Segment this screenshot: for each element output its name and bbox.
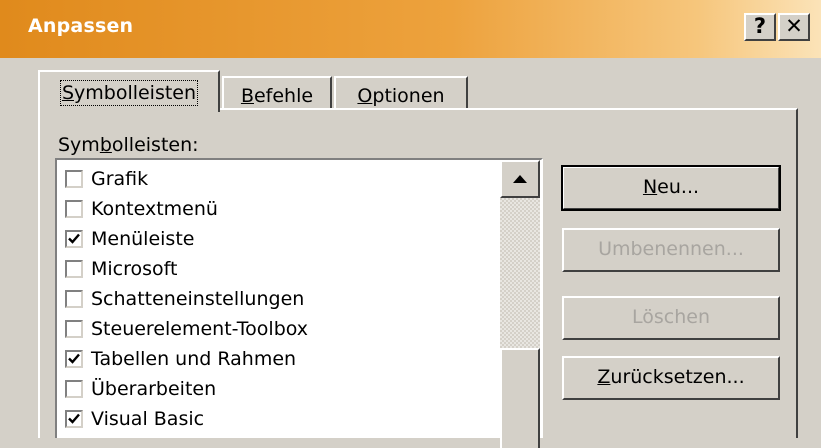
list-item[interactable]: Kontextmenü	[65, 194, 218, 224]
list-item[interactable]: Tabellen und Rahmen	[65, 344, 296, 374]
list-item[interactable]: Überarbeiten	[65, 374, 216, 404]
tab-befehle[interactable]: Befehle	[222, 76, 332, 110]
rename-button[interactable]: Umbenennen...	[562, 228, 780, 272]
list-item[interactable]: Steuerelement-Toolbox	[65, 314, 308, 344]
list-item[interactable]: Grafik	[65, 164, 148, 194]
help-icon: ?	[753, 14, 767, 38]
checkbox[interactable]	[65, 170, 83, 188]
checkbox[interactable]	[65, 380, 83, 398]
checkmark-icon	[68, 233, 80, 244]
close-icon: ✕	[785, 14, 803, 38]
list-item[interactable]: Schatteneinstellungen	[65, 284, 304, 314]
list-item-label: Menüleiste	[91, 228, 195, 250]
checkbox[interactable]	[65, 260, 83, 278]
checkbox-checked[interactable]	[65, 230, 83, 248]
window-title: Anpassen	[28, 15, 134, 37]
checkbox[interactable]	[65, 320, 83, 338]
tab-label: efehle	[253, 85, 314, 107]
reset-button[interactable]: Zurücksetzen...	[562, 356, 780, 400]
tab-mnemonic: S	[61, 82, 74, 104]
checkbox-checked[interactable]	[65, 410, 83, 428]
list-item-label: Steuerelement-Toolbox	[91, 318, 309, 340]
tab-label: ptionen	[372, 85, 445, 107]
vertical-scrollbar[interactable]	[500, 160, 540, 448]
help-button[interactable]: ?	[744, 13, 776, 41]
toolbars-list-label: Symbolleisten:	[58, 134, 199, 156]
tab-mnemonic: O	[357, 85, 373, 107]
list-item-label: Überarbeiten	[91, 378, 217, 400]
list-item-label: Grafik	[91, 168, 149, 190]
list-item[interactable]: Visual Basic	[65, 404, 204, 434]
tab-optionen[interactable]: Optionen	[334, 76, 468, 110]
list-item[interactable]: Menüleiste	[65, 224, 194, 254]
tab-symbolleisten[interactable]: Symbolleisten	[38, 70, 220, 112]
checkmark-icon	[68, 413, 80, 424]
delete-button[interactable]: Löschen	[562, 296, 780, 340]
list-item-label: Kontextmenü	[91, 198, 218, 220]
scroll-up-button[interactable]	[500, 160, 540, 198]
tab-mnemonic: B	[240, 85, 254, 107]
toolbars-list[interactable]: Grafik Kontextmenü Menüleiste Microsoft …	[55, 158, 543, 438]
arrow-up-icon	[513, 175, 527, 183]
checkbox[interactable]	[65, 200, 83, 218]
list-item-label: Visual Basic	[91, 408, 205, 430]
list-item[interactable]: Microsoft	[65, 254, 177, 284]
checkbox[interactable]	[65, 290, 83, 308]
list-item-label: Schatteneinstellungen	[91, 288, 305, 310]
checkmark-icon	[68, 353, 80, 364]
list-item-label: Microsoft	[91, 258, 178, 280]
tab-label: ymbolleisten	[74, 82, 197, 104]
list-item-label: Tabellen und Rahmen	[91, 348, 297, 370]
new-button[interactable]: Neu...	[561, 165, 781, 211]
checkbox-checked[interactable]	[65, 350, 83, 368]
title-bar: Anpassen ? ✕	[0, 0, 821, 58]
close-button[interactable]: ✕	[778, 13, 810, 41]
scroll-thumb[interactable]	[500, 348, 540, 448]
